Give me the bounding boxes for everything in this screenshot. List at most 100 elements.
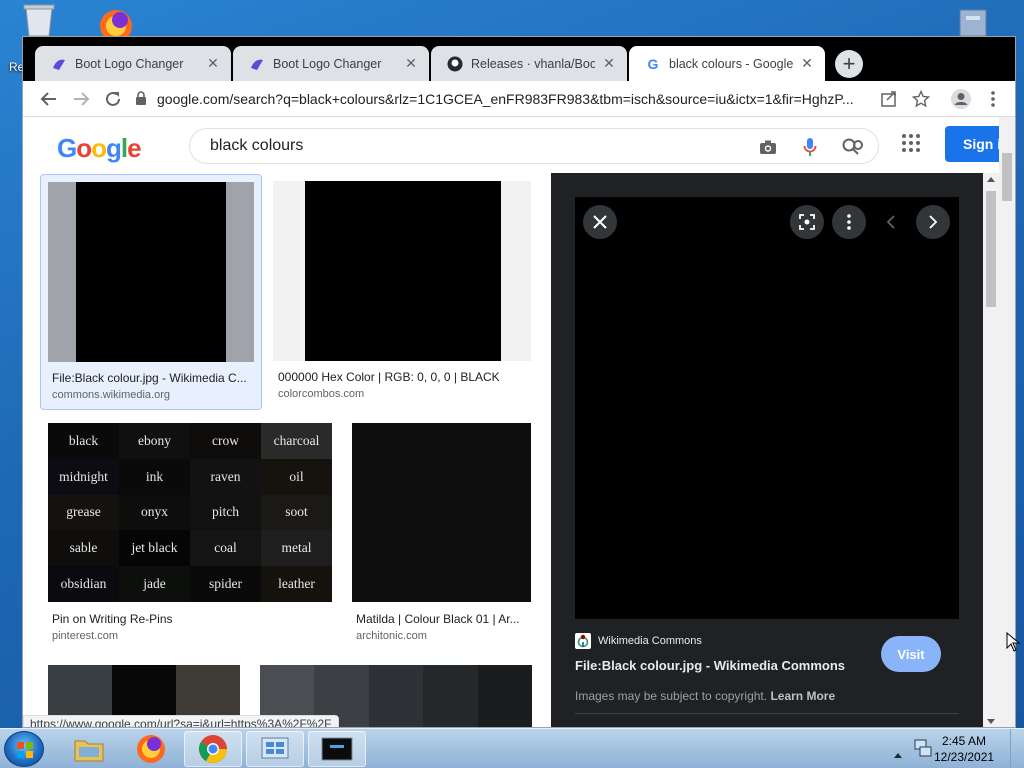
chevron-right-icon bbox=[929, 215, 938, 229]
scroll-thumb[interactable] bbox=[986, 191, 996, 307]
result-site[interactable]: commons.wikimedia.org bbox=[52, 389, 170, 401]
menu-button[interactable] bbox=[981, 87, 1005, 111]
more-vertical-icon bbox=[847, 214, 851, 230]
word-cell: sable bbox=[48, 530, 119, 567]
address-bar[interactable]: google.com/search?q=black+colours&rlz=1C… bbox=[135, 85, 951, 113]
word-cell: jade bbox=[119, 566, 190, 602]
scroll-down-icon[interactable] bbox=[987, 719, 995, 724]
tab-github-releases[interactable]: Releases · vhanla/BootLo ✕ bbox=[431, 46, 627, 81]
result-title[interactable]: Pin on Writing Re-Pins bbox=[52, 612, 322, 626]
preview-image[interactable] bbox=[575, 197, 959, 619]
scroll-up-icon[interactable] bbox=[987, 177, 995, 182]
share-button[interactable] bbox=[877, 87, 901, 111]
word-cell: pitch bbox=[190, 494, 261, 531]
wikimedia-icon bbox=[575, 633, 591, 649]
show-hidden-icons-icon[interactable] bbox=[894, 745, 902, 763]
image-result-card[interactable]: File:Black colour.jpg - Wikimedia C... c… bbox=[40, 174, 262, 410]
image-result-card[interactable]: black ebony crow charcoal midnight ink r… bbox=[48, 423, 332, 653]
account-icon bbox=[951, 89, 971, 109]
close-icon bbox=[593, 215, 607, 229]
forward-button[interactable] bbox=[69, 87, 93, 111]
profile-button[interactable] bbox=[949, 87, 973, 111]
learn-more-link[interactable]: Learn More bbox=[770, 689, 835, 703]
word-cell: charcoal bbox=[261, 423, 332, 459]
result-title[interactable]: 000000 Hex Color | RGB: 0, 0, 0 | BLACK bbox=[278, 370, 528, 384]
google-images-page: Google black colours Sign i File:Black c… bbox=[23, 117, 1015, 727]
bootlogo-icon bbox=[249, 56, 265, 72]
image-thumbnail[interactable] bbox=[352, 423, 531, 602]
taskbar-control-panel[interactable] bbox=[246, 731, 304, 767]
github-icon bbox=[447, 56, 463, 72]
show-desktop-button[interactable] bbox=[1010, 729, 1024, 768]
preview-title[interactable]: File:Black colour.jpg - Wikimedia Common… bbox=[575, 658, 845, 673]
image-preview-panel: Wikimedia Commons File:Black colour.jpg … bbox=[551, 173, 983, 727]
forward-arrow-icon bbox=[74, 92, 90, 106]
result-title[interactable]: Matilda | Colour Black 01 | Ar... bbox=[356, 612, 532, 626]
result-title[interactable]: File:Black colour.jpg - Wikimedia C... bbox=[52, 371, 252, 385]
taskbar-terminal[interactable] bbox=[308, 731, 366, 767]
word-cell: coal bbox=[190, 530, 261, 567]
tab-boot-logo-changer-2[interactable]: Boot Logo Changer ✕ bbox=[233, 46, 429, 81]
word-cell: midnight bbox=[48, 458, 119, 495]
result-site[interactable]: architonic.com bbox=[356, 630, 427, 642]
word-cell: leather bbox=[261, 566, 332, 602]
lens-button[interactable] bbox=[790, 205, 824, 239]
search-input[interactable]: black colours bbox=[189, 128, 879, 164]
image-thumbnail[interactable]: black ebony crow charcoal midnight ink r… bbox=[48, 423, 332, 602]
lens-icon bbox=[799, 214, 815, 230]
camera-icon[interactable] bbox=[756, 135, 780, 159]
word-cell: spider bbox=[190, 566, 261, 602]
word-cell: ink bbox=[119, 458, 190, 495]
word-cell: black bbox=[68, 432, 99, 448]
chrome-window: Boot Logo Changer ✕ Boot Logo Changer ✕ … bbox=[22, 36, 1016, 728]
next-image-button[interactable] bbox=[916, 205, 950, 239]
apps-grid-icon[interactable] bbox=[901, 133, 925, 157]
close-icon[interactable]: ✕ bbox=[403, 55, 419, 72]
system-clock[interactable]: 2:45 AM 12/23/2021 bbox=[934, 733, 994, 765]
microphone-icon[interactable] bbox=[798, 135, 822, 159]
chevron-left-icon bbox=[886, 215, 895, 229]
start-button[interactable] bbox=[4, 731, 44, 767]
mouse-cursor-icon bbox=[1006, 631, 1021, 657]
google-logo[interactable]: Google bbox=[57, 133, 142, 164]
share-icon bbox=[881, 91, 896, 107]
bookmark-button[interactable] bbox=[909, 87, 933, 111]
previous-image-button[interactable] bbox=[874, 205, 908, 239]
chrome-icon bbox=[199, 735, 227, 763]
taskbar-firefox[interactable] bbox=[122, 731, 180, 767]
scroll-thumb[interactable] bbox=[1002, 153, 1012, 201]
copyright-notice: Images may be subject to copyright. Lear… bbox=[575, 689, 836, 703]
result-site[interactable]: pinterest.com bbox=[52, 630, 118, 642]
tab-title: black colours - Google S bbox=[669, 56, 793, 71]
more-options-button[interactable] bbox=[832, 205, 866, 239]
tab-google-search[interactable]: G black colours - Google S ✕ bbox=[629, 46, 825, 81]
network-icon[interactable] bbox=[914, 739, 932, 762]
close-preview-button[interactable] bbox=[583, 205, 617, 239]
close-icon[interactable]: ✕ bbox=[205, 55, 221, 72]
preview-scrollbar[interactable] bbox=[983, 173, 999, 727]
word-cell: oil bbox=[261, 458, 332, 495]
back-arrow-icon bbox=[40, 92, 56, 106]
result-site[interactable]: colorcombos.com bbox=[278, 388, 364, 400]
colour-word-grid: black ebony crow charcoal midnight ink r… bbox=[48, 423, 332, 602]
divider bbox=[575, 713, 959, 714]
bootlogo-icon bbox=[51, 56, 67, 72]
reload-button[interactable] bbox=[101, 87, 125, 111]
preview-source[interactable]: Wikimedia Commons bbox=[575, 633, 702, 649]
tab-title: Releases · vhanla/BootLo bbox=[471, 56, 595, 71]
tab-boot-logo-changer-1[interactable]: Boot Logo Changer ✕ bbox=[35, 46, 231, 81]
visit-button[interactable]: Visit bbox=[881, 636, 941, 672]
back-button[interactable] bbox=[37, 87, 61, 111]
new-tab-button[interactable]: + bbox=[835, 50, 863, 78]
image-result-card[interactable]: Matilda | Colour Black 01 | Ar... archit… bbox=[352, 423, 532, 653]
terminal-icon bbox=[321, 737, 353, 761]
search-icon[interactable] bbox=[840, 135, 864, 159]
image-result-card[interactable]: 000000 Hex Color | RGB: 0, 0, 0 | BLACK … bbox=[273, 174, 533, 410]
image-thumbnail[interactable] bbox=[48, 182, 254, 362]
image-thumbnail[interactable] bbox=[273, 181, 531, 361]
taskbar-explorer[interactable] bbox=[60, 731, 118, 767]
taskbar-chrome[interactable] bbox=[184, 731, 242, 767]
close-icon[interactable]: ✕ bbox=[601, 55, 617, 72]
tab-strip: Boot Logo Changer ✕ Boot Logo Changer ✕ … bbox=[23, 37, 1015, 81]
close-icon[interactable]: ✕ bbox=[799, 55, 815, 72]
